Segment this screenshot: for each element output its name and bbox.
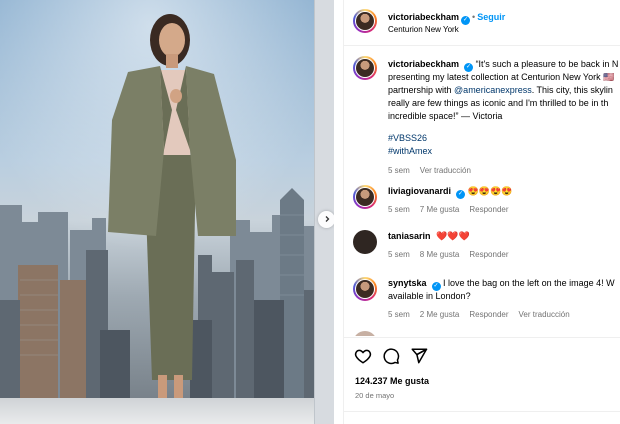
caption-line-5: incredible space!” — Victoria [388, 111, 503, 121]
caption-line-3: partnership with @americanexpress. This … [388, 85, 613, 95]
mention-link[interactable]: @americanexpress [454, 85, 532, 95]
hashtag-link-1[interactable]: #VBSS26 [388, 132, 620, 145]
caption-line-1: victoriabeckham ✓ “It's such a pleasure t… [388, 59, 619, 72]
comment-time[interactable]: 5 sem [388, 310, 410, 319]
comment-username[interactable]: synytska [388, 278, 427, 288]
caption-meta: 5 sem Ver traducción [388, 166, 481, 175]
add-comment-bar[interactable] [344, 411, 620, 424]
window-ledge [0, 398, 334, 424]
share-icon[interactable] [410, 347, 428, 365]
commenter-avatar[interactable] [353, 185, 377, 209]
comment-username[interactable]: liviagiovanardi [388, 186, 451, 196]
next-image-button[interactable] [318, 211, 334, 228]
chevron-right-icon [323, 215, 331, 225]
separator: • [472, 12, 476, 22]
caption-line-4: really are few things as iconic and I'm … [388, 98, 609, 108]
translate-button[interactable]: Ver traducción [519, 310, 570, 319]
comment-likes[interactable]: 8 Me gusta [420, 250, 460, 259]
reply-button[interactable]: Responder [469, 250, 508, 259]
comment-icon[interactable] [382, 347, 400, 365]
post-side-panel: victoriabeckham ✓ • Seguir Centurion New Yo… [343, 0, 620, 424]
comment-time[interactable]: 5 sem [388, 205, 410, 214]
hashtag-link-2[interactable]: #withAmex [388, 145, 620, 158]
reply-button[interactable]: Responder [469, 310, 508, 319]
likes-count[interactable]: 124.237 Me gusta [355, 376, 429, 386]
commenter-avatar-partial[interactable] [353, 331, 377, 336]
city-skyline-illustration [0, 14, 316, 414]
post-location[interactable]: Centurion New York [388, 25, 459, 34]
comment-meta: 5 sem 7 Me gusta Responder [388, 205, 519, 214]
comment-text: liviagiovanardi ✓ 😍😍😍😍 [388, 186, 513, 199]
reply-button[interactable]: Responder [469, 205, 508, 214]
comment-likes[interactable]: 2 Me gusta [420, 310, 460, 319]
commenter-avatar[interactable] [353, 230, 377, 254]
caption-line-2: presenting my latest collection at Centu… [388, 72, 615, 82]
follow-button[interactable]: Seguir [477, 12, 505, 22]
comment-likes[interactable]: 7 Me gusta [420, 205, 460, 214]
post-date[interactable]: 20 de mayo [355, 391, 394, 400]
comment-time[interactable]: 5 sem [388, 250, 410, 259]
comment-username[interactable]: taniasarin [388, 231, 431, 241]
translate-button[interactable]: Ver traducción [420, 166, 471, 175]
caption-avatar[interactable] [353, 56, 377, 80]
instagram-post-view: victoriabeckham ✓ • Seguir Centurion New Yo… [0, 0, 620, 424]
flag-emoji-icon: 🇺🇸 [603, 72, 615, 82]
comment-text-line-2: available in London? [388, 291, 471, 301]
verified-icon: ✓ [456, 190, 466, 199]
verified-icon: ✓ [461, 16, 471, 25]
comment-text: taniasarin ❤️❤️❤️ [388, 231, 470, 241]
author-line: victoriabeckham ✓ • Seguir [388, 12, 505, 25]
author-avatar[interactable] [353, 9, 377, 33]
author-username[interactable]: victoriabeckham [388, 12, 459, 22]
caption-username[interactable]: victoriabeckham [388, 59, 459, 69]
caption-time[interactable]: 5 sem [388, 166, 410, 175]
comment-meta: 5 sem 8 Me gusta Responder [388, 250, 519, 259]
commenter-avatar[interactable] [353, 277, 377, 301]
post-actions: 124.237 Me gusta 20 de mayo [344, 337, 620, 424]
comment-meta: 5 sem 2 Me gusta Responder Ver traducción [388, 310, 580, 319]
comments-list: victoriabeckham ✓ “It's such a pleasure t… [344, 47, 620, 336]
post-photo[interactable] [0, 0, 334, 424]
comment-text-line-1: synytska ✓ I love the bag on the left on … [388, 278, 615, 291]
heart-icon[interactable] [354, 347, 372, 365]
post-header: victoriabeckham ✓ • Seguir Centurion New Yo… [344, 0, 620, 46]
